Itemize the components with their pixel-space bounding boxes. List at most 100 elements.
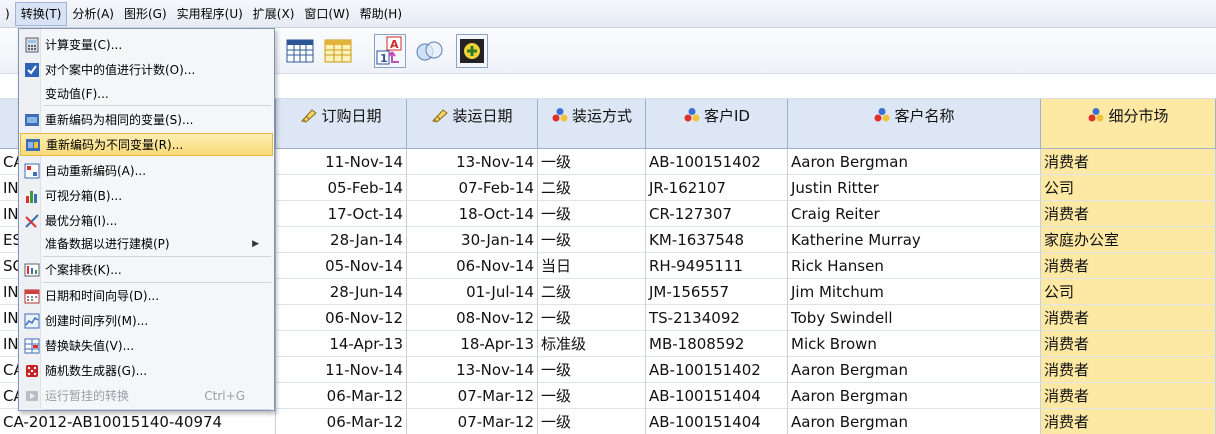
menu-help[interactable]: 帮助(H) xyxy=(355,2,407,26)
table-cell[interactable]: 06-Nov-12 xyxy=(276,305,407,331)
table-cell[interactable]: Justin Ritter xyxy=(788,175,1041,201)
table-cell[interactable]: JR-162107 xyxy=(646,175,788,201)
menu-item[interactable]: 变动值(F)... xyxy=(20,82,273,105)
table-cell[interactable]: 28-Jan-14 xyxy=(276,227,407,253)
use-variable-sets-icon[interactable] xyxy=(414,34,446,68)
table-cell[interactable]: 18-Apr-13 xyxy=(407,331,538,357)
menu-item[interactable]: 替换缺失值(V)... xyxy=(20,334,273,357)
value-labels-icon[interactable]: A1 xyxy=(374,34,406,68)
table-cell[interactable]: AB-100151404 xyxy=(646,383,788,409)
column-header[interactable]: 装运日期 xyxy=(407,99,538,149)
column-header[interactable]: 客户名称 xyxy=(788,99,1041,149)
table-cell[interactable]: Jim Mitchum xyxy=(788,279,1041,305)
table-cell[interactable]: 一级 xyxy=(538,149,646,175)
menu-item[interactable]: 可视分箱(B)... xyxy=(20,184,273,207)
menu-analyze[interactable]: 分析(A) xyxy=(67,2,119,26)
column-header[interactable]: 订购日期 xyxy=(276,99,407,149)
table-cell[interactable]: 07-Mar-12 xyxy=(407,409,538,434)
menu-graphs[interactable]: 图形(G) xyxy=(119,2,172,26)
menu-item[interactable]: 自动重新编码(A)... xyxy=(20,159,273,182)
table-cell[interactable]: 一级 xyxy=(538,201,646,227)
table-cell[interactable]: 14-Apr-13 xyxy=(276,331,407,357)
table-cell[interactable]: 05-Feb-14 xyxy=(276,175,407,201)
table-cell[interactable]: CR-127307 xyxy=(646,201,788,227)
menu-item-partial[interactable]: ) xyxy=(0,2,15,26)
table-cell[interactable]: JM-156557 xyxy=(646,279,788,305)
table-cell[interactable]: Aaron Bergman xyxy=(788,149,1041,175)
table-cell[interactable]: 06-Mar-12 xyxy=(276,383,407,409)
table-cell[interactable]: 18-Oct-14 xyxy=(407,201,538,227)
table-cell[interactable]: AB-100151404 xyxy=(646,409,788,434)
table-cell[interactable]: Katherine Murray xyxy=(788,227,1041,253)
column-header[interactable]: 客户ID xyxy=(646,99,788,149)
table-cell[interactable]: 消费者 xyxy=(1041,253,1216,279)
table-cell[interactable]: 消费者 xyxy=(1041,357,1216,383)
variable-view-icon[interactable] xyxy=(322,34,354,68)
table-cell[interactable]: 一级 xyxy=(538,383,646,409)
table-cell[interactable]: 17-Oct-14 xyxy=(276,201,407,227)
table-cell[interactable]: AB-100151402 xyxy=(646,357,788,383)
table-cell[interactable]: 13-Nov-14 xyxy=(407,357,538,383)
column-header[interactable]: 装运方式 xyxy=(538,99,646,149)
menu-item[interactable]: 准备数据以进行建模(P) ▶ xyxy=(20,232,273,255)
table-cell[interactable]: 公司 xyxy=(1041,175,1216,201)
add-extension-icon[interactable] xyxy=(456,34,488,68)
table-cell[interactable]: 11-Nov-14 xyxy=(276,357,407,383)
table-cell[interactable]: 30-Jan-14 xyxy=(407,227,538,253)
table-cell[interactable]: 当日 xyxy=(538,253,646,279)
table-cell[interactable]: 一级 xyxy=(538,305,646,331)
table-cell[interactable]: 06-Nov-14 xyxy=(407,253,538,279)
table-cell[interactable]: Rick Hansen xyxy=(788,253,1041,279)
menu-item[interactable]: 个案排秩(K)... xyxy=(20,258,273,281)
table-cell[interactable]: 01-Jul-14 xyxy=(407,279,538,305)
table-cell[interactable]: 消费者 xyxy=(1041,149,1216,175)
menu-item[interactable]: 随机数生成器(G)... xyxy=(20,359,273,382)
table-cell[interactable]: 一级 xyxy=(538,409,646,434)
table-cell[interactable]: TS-2134092 xyxy=(646,305,788,331)
table-cell[interactable]: 11-Nov-14 xyxy=(276,149,407,175)
menu-item[interactable]: 日期和时间向导(D)... xyxy=(20,284,273,307)
table-cell[interactable]: 公司 xyxy=(1041,279,1216,305)
table-cell[interactable]: RH-9495111 xyxy=(646,253,788,279)
data-view-icon[interactable] xyxy=(284,34,316,68)
table-cell[interactable]: Aaron Bergman xyxy=(788,357,1041,383)
table-cell[interactable]: KM-1637548 xyxy=(646,227,788,253)
menu-item[interactable]: 创建时间序列(M)... xyxy=(20,309,273,332)
menu-item[interactable]: 重新编码为相同的变量(S)... xyxy=(20,108,273,131)
table-cell[interactable]: 二级 xyxy=(538,175,646,201)
table-cell[interactable]: 消费者 xyxy=(1041,305,1216,331)
table-cell[interactable]: 二级 xyxy=(538,279,646,305)
table-cell[interactable]: 07-Mar-12 xyxy=(407,383,538,409)
menu-item[interactable]: 重新编码为不同变量(R)... xyxy=(20,133,273,156)
table-cell[interactable]: 家庭办公室 xyxy=(1041,227,1216,253)
table-cell[interactable]: 08-Nov-12 xyxy=(407,305,538,331)
table-cell[interactable]: 13-Nov-14 xyxy=(407,149,538,175)
column-header[interactable]: 细分市场 xyxy=(1041,99,1216,149)
table-cell[interactable]: 消费者 xyxy=(1041,201,1216,227)
menu-window[interactable]: 窗口(W) xyxy=(299,2,354,26)
table-cell[interactable]: MB-1808592 xyxy=(646,331,788,357)
menu-utilities[interactable]: 实用程序(U) xyxy=(172,2,248,26)
table-cell[interactable]: 消费者 xyxy=(1041,383,1216,409)
table-cell[interactable]: AB-100151402 xyxy=(646,149,788,175)
table-cell[interactable]: CA-2012-AB10015140-40974 xyxy=(0,409,276,434)
table-cell[interactable]: 05-Nov-14 xyxy=(276,253,407,279)
table-cell[interactable]: 06-Mar-12 xyxy=(276,409,407,434)
table-cell[interactable]: 一级 xyxy=(538,227,646,253)
table-cell[interactable]: 标准级 xyxy=(538,331,646,357)
menu-item[interactable]: 运行暂挂的转换 Ctrl+G xyxy=(20,384,273,407)
table-cell[interactable]: 28-Jun-14 xyxy=(276,279,407,305)
table-cell[interactable]: 消费者 xyxy=(1041,331,1216,357)
menu-item[interactable]: 对个案中的值进行计数(O)... xyxy=(20,58,273,81)
table-cell[interactable]: Craig Reiter xyxy=(788,201,1041,227)
table-cell[interactable]: Mick Brown xyxy=(788,331,1041,357)
menu-item[interactable]: 最优分箱(I)... xyxy=(20,209,273,232)
table-cell[interactable]: Aaron Bergman xyxy=(788,409,1041,434)
menu-item[interactable]: 计算变量(C)... xyxy=(20,33,273,56)
menu-transform[interactable]: 转换(T) xyxy=(14,1,68,26)
table-cell[interactable]: 一级 xyxy=(538,357,646,383)
table-cell[interactable]: 07-Feb-14 xyxy=(407,175,538,201)
table-cell[interactable]: Toby Swindell xyxy=(788,305,1041,331)
table-cell[interactable]: 消费者 xyxy=(1041,409,1216,434)
menu-extensions[interactable]: 扩展(X) xyxy=(248,2,300,26)
